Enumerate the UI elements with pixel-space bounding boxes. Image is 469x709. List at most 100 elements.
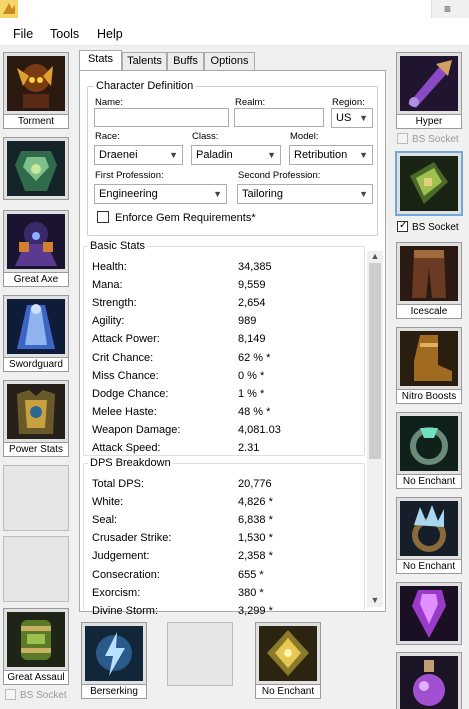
stat-value: 9,559 [238, 279, 266, 292]
stat-label: Total DPS: [92, 478, 144, 490]
class-select[interactable]: Paladin ▼ [191, 145, 281, 165]
stat-value: 0 % * [238, 369, 265, 382]
stat-value: 8,149 [238, 333, 266, 346]
relic-slot[interactable]: No Enchant [255, 622, 323, 699]
stat-row: Agility: 989 [92, 315, 362, 333]
menu-tools[interactable]: Tools [50, 27, 79, 41]
stat-label: Attack Power: [92, 333, 160, 346]
chevron-down-icon: ▼ [169, 150, 178, 160]
weapon-slot[interactable]: Great Assaul [3, 608, 71, 685]
chest-slot[interactable]: Power Stats [3, 380, 71, 457]
trinket1-slot[interactable] [396, 582, 464, 645]
app-icon [0, 0, 18, 18]
bs-socket-checkbox[interactable]: BS Socket [5, 689, 67, 703]
scroll-up-icon[interactable]: ▲ [367, 251, 383, 263]
tab-options[interactable]: Options [204, 52, 255, 71]
checkbox-icon [397, 133, 408, 144]
stat-row: Crusader Strike: 1,530 * [92, 532, 362, 550]
tab-stats[interactable]: Stats [79, 50, 122, 71]
region-select[interactable]: US ▼ [331, 108, 373, 128]
empty-slot[interactable] [3, 465, 69, 531]
slot-caption: Torment [3, 115, 69, 129]
slot-caption: Power Stats [3, 443, 69, 457]
window-menu-button[interactable]: ≡ [431, 0, 469, 18]
realm-label: Realm: [235, 97, 266, 108]
group-title: DPS Breakdown [88, 457, 173, 469]
stat-label: Exorcism: [92, 586, 141, 599]
stat-label: Health: [92, 261, 127, 273]
chevron-down-icon: ▼ [213, 189, 222, 199]
empty-slot[interactable] [3, 536, 69, 602]
stat-label: Mana: [92, 279, 123, 292]
crystal-ring-icon [400, 501, 458, 556]
stat-row: Health: 34,385 [92, 261, 362, 279]
stat-row: Seal: 6,838 * [92, 514, 362, 532]
stat-value: 2.31 [238, 442, 260, 454]
menu-help[interactable]: Help [97, 27, 123, 41]
stat-value: 48 % * [238, 405, 271, 418]
potion-icon [400, 656, 458, 709]
stat-label: Melee Haste: [92, 405, 157, 418]
stat-row: Melee Haste: 48 % * [92, 406, 362, 424]
menu-file[interactable]: File [13, 27, 33, 41]
stat-value: 62 % * [238, 351, 271, 364]
orange-boot-icon [400, 331, 458, 386]
race-label: Race: [95, 131, 120, 142]
name-label: Name: [95, 97, 123, 108]
chevron-down-icon: ▼ [359, 150, 368, 160]
stat-value: 380 * [238, 586, 264, 599]
stat-label: Strength: [92, 297, 137, 310]
gold-chestplate-icon [7, 384, 65, 439]
purple-gem-icon [400, 586, 458, 641]
tab-buffs[interactable]: Buffs [167, 52, 204, 71]
hands-slot[interactable]: Hyper [396, 52, 464, 129]
demon-warrior-icon [7, 56, 65, 111]
character-definition-group: Character Definition Name: Realm: Region… [87, 80, 378, 236]
shoulder-slot[interactable]: Great Axe [3, 210, 71, 287]
finger1-slot[interactable]: No Enchant [396, 412, 464, 489]
legs-slot[interactable]: Icescale [396, 242, 464, 319]
realm-input[interactable] [234, 108, 324, 127]
stat-value: 655 * [238, 568, 264, 581]
name-input[interactable] [94, 108, 229, 127]
stat-label: Crit Chance: [92, 351, 154, 364]
head-slot[interactable]: Torment [3, 52, 71, 129]
menu-bar: File Tools Help [0, 22, 469, 46]
blue-cloak-icon [7, 299, 65, 354]
stat-value: 2,654 [238, 297, 266, 310]
model-select[interactable]: Retribution ▼ [289, 145, 373, 165]
back-slot[interactable]: Swordguard [3, 295, 71, 372]
first-profession-select[interactable]: Engineering ▼ [94, 184, 227, 204]
slot-caption: Nitro Boosts [396, 390, 462, 404]
second-profession-select[interactable]: Tailoring ▼ [237, 184, 373, 204]
race-select[interactable]: Draenei ▼ [94, 145, 183, 165]
stat-label: Agility: [92, 315, 125, 328]
enforce-gem-checkbox[interactable]: Enforce Gem Requirements* [97, 211, 256, 224]
bs-socket-checkbox[interactable]: BS Socket [397, 133, 459, 147]
leather-leggings-icon [400, 246, 458, 301]
stat-row: Attack Power: 8,149 [92, 333, 362, 351]
scroll-down-icon[interactable]: ▼ [367, 595, 383, 607]
slot-caption: No Enchant [396, 560, 462, 574]
tab-talents[interactable]: Talents [122, 52, 167, 71]
wrist-slot[interactable] [395, 151, 464, 216]
scroll-thumb[interactable] [369, 263, 381, 459]
stat-label: Weapon Damage: [92, 423, 181, 436]
group-title: Basic Stats [88, 240, 148, 252]
bs-socket-checkbox[interactable]: BS Socket [397, 220, 459, 235]
neck-slot[interactable] [3, 137, 71, 200]
ranged-slot[interactable]: Berserking [81, 622, 149, 699]
stat-value: 2,358 * [238, 550, 273, 563]
group-title: Character Definition [94, 80, 196, 92]
empty-slot[interactable] [167, 622, 233, 686]
stat-row: Total DPS: 20,776 [92, 478, 362, 496]
trinket2-slot[interactable] [396, 652, 464, 709]
stat-value: 4,081.03 [238, 423, 281, 436]
slot-caption: Hyper [396, 115, 462, 129]
chevron-down-icon: ▼ [359, 189, 368, 199]
stat-row: Mana: 9,559 [92, 279, 362, 297]
stat-row: Judgement: 2,358 * [92, 550, 362, 568]
feet-slot[interactable]: Nitro Boosts [396, 327, 464, 404]
finger2-slot[interactable]: No Enchant [396, 497, 464, 574]
menu-lines-icon: ≡ [444, 2, 452, 16]
